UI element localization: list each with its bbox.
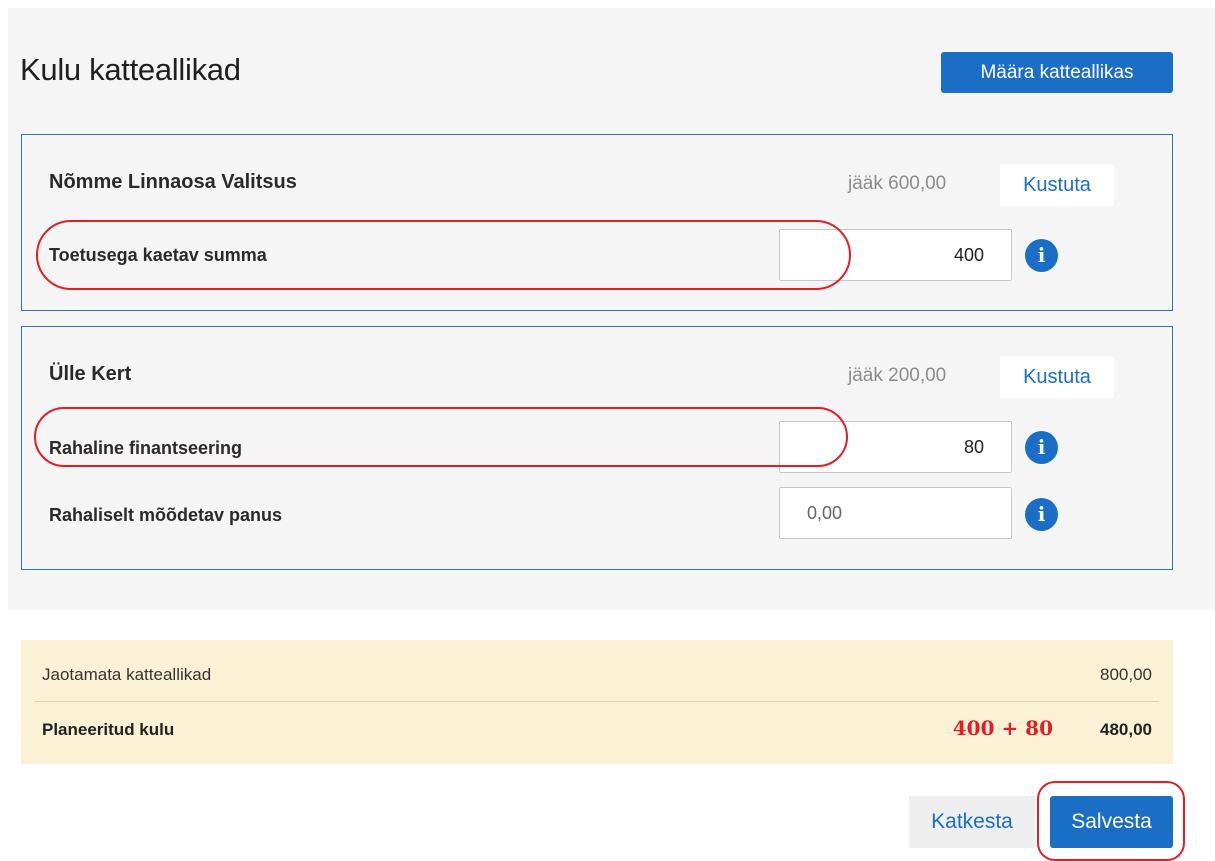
source-name: Nõmme Linnaosa Valitsus: [49, 171, 297, 193]
source-name: Ülle Kert: [49, 363, 132, 385]
balance-label: jääk 200,00: [848, 365, 947, 386]
info-icon[interactable]: i: [1025, 498, 1058, 531]
planned-cost-label: Planeeritud kulu: [42, 720, 175, 739]
assign-source-button[interactable]: Määra katteallikas: [941, 52, 1173, 93]
delete-source-button[interactable]: Kustuta: [1000, 165, 1114, 206]
cancel-button[interactable]: Katkesta: [909, 796, 1035, 848]
annotation-ellipse: [34, 407, 848, 467]
annotation-sum: 400 + 80: [952, 716, 1053, 740]
field-label: Rahaliselt mõõdetav panus: [49, 505, 283, 525]
summary-box: Jaotamata katteallikad 800,00 Planeeritu…: [21, 640, 1173, 764]
unallocated-label: Jaotamata katteallikad: [42, 665, 212, 684]
save-button[interactable]: Salvesta: [1050, 796, 1173, 848]
planned-cost-value: 480,00: [1100, 720, 1152, 739]
info-icon[interactable]: i: [1025, 239, 1058, 272]
info-icon[interactable]: i: [1025, 431, 1058, 464]
balance-label: jääk 600,00: [848, 173, 947, 194]
page-title: Kulu katteallikad: [20, 52, 241, 87]
divider: [35, 701, 1159, 702]
unallocated-value: 800,00: [1100, 665, 1152, 684]
delete-source-button[interactable]: Kustuta: [1000, 357, 1114, 398]
measurable-contribution-input[interactable]: [779, 487, 1012, 539]
annotation-ellipse: [36, 220, 851, 290]
